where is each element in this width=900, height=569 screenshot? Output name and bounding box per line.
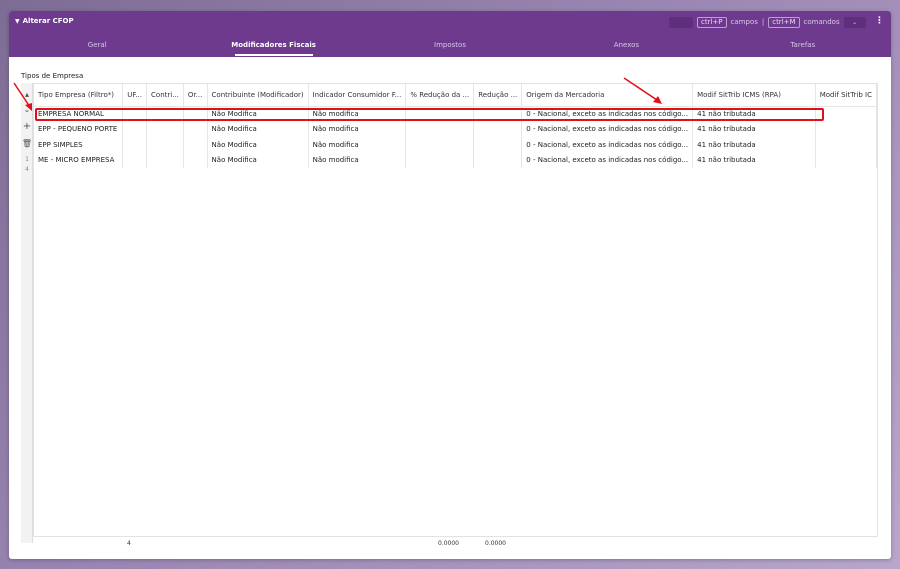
table-cell[interactable] — [122, 152, 148, 168]
table-cell[interactable] — [815, 106, 877, 122]
grid-footer: 4 0.0000 0.0000 — [33, 536, 878, 549]
table-cell[interactable] — [122, 137, 148, 153]
table-cell[interactable] — [473, 137, 523, 153]
table-cell[interactable] — [405, 121, 475, 137]
table-cell[interactable]: EPP - PEQUENO PORTE — [34, 121, 124, 137]
table-cell[interactable] — [815, 152, 877, 168]
col-modif-sittrib-rpa[interactable]: Modif SitTrib ICMS (RPA) — [692, 84, 816, 107]
table-cell[interactable]: 0 - Nacional, exceto as indicadas nos có… — [521, 106, 694, 122]
table-cell[interactable] — [473, 152, 523, 168]
table-cell[interactable] — [146, 106, 184, 122]
col-contribuinte-modificador[interactable]: Contribuinte (Modificador) — [207, 84, 309, 107]
col-modif-sittrib-ic[interactable]: Modif SitTrib IC — [815, 84, 877, 107]
table-cell[interactable] — [815, 121, 877, 137]
table-row[interactable]: EPP SIMPLES Não Modifica Não modifica 0 - N… — [34, 137, 877, 153]
table-row[interactable]: EPP - PEQUENO PORTE Não Modifica Não modif… — [34, 121, 877, 137]
tipos-empresa-grid: Tipo Empresa (Filtro*) UF... Contri... O… — [33, 83, 878, 549]
tab-tarefas[interactable]: Tarefas — [715, 33, 891, 57]
tab-modificadores-fiscais[interactable]: Modificadores Fiscais — [185, 33, 361, 57]
window-title[interactable]: ▼ Alterar CFOP — [15, 17, 74, 25]
col-reducao[interactable]: Redução ... — [473, 84, 523, 107]
table-row[interactable]: EMPRESA NORMAL Não Modifica Não modifica 0 … — [34, 106, 877, 122]
table-cell[interactable] — [183, 152, 208, 168]
plus-icon[interactable]: + — [21, 121, 33, 132]
table-cell[interactable] — [183, 121, 208, 137]
footer-sum-reducao: 0.0000 — [485, 540, 506, 547]
table-cell[interactable] — [146, 121, 184, 137]
fields-shortcut-key[interactable]: ctrl+P — [697, 16, 727, 28]
col-uf[interactable]: UF... — [122, 84, 148, 107]
commands-shortcut-label[interactable]: comandos — [804, 18, 840, 26]
data-table: Tipo Empresa (Filtro*) UF... Contri... O… — [34, 84, 877, 168]
table-cell[interactable]: Não modifica — [308, 121, 407, 137]
search-box[interactable] — [669, 16, 693, 28]
table-cell[interactable]: EMPRESA NORMAL — [34, 106, 124, 122]
table-cell[interactable] — [815, 137, 877, 153]
row-counter: 1 — [25, 156, 29, 163]
table-cell[interactable]: Não Modifica — [207, 152, 309, 168]
commands-shortcut-key[interactable]: ctrl+M — [768, 16, 800, 28]
window-title-text: Alterar CFOP — [22, 17, 74, 25]
more-vertical-icon[interactable]: ⋮ — [875, 16, 884, 26]
table-cell[interactable]: 0 - Nacional, exceto as indicadas nos có… — [521, 137, 694, 153]
footer-count: 4 — [127, 540, 131, 547]
table-cell[interactable]: 41 não tributada — [692, 121, 816, 137]
table-cell[interactable]: Não modifica — [308, 137, 407, 153]
tab-impostos[interactable]: Impostos — [362, 33, 538, 57]
header-row: Tipo Empresa (Filtro*) UF... Contri... O… — [34, 84, 877, 107]
more-icon[interactable]: ⌄ — [21, 105, 33, 114]
col-tipo-empresa[interactable]: Tipo Empresa (Filtro*) — [34, 84, 124, 107]
title-bar: ▼ Alterar CFOP ctrl+P campos | ctrl+M co… — [9, 11, 891, 33]
table-cell[interactable] — [183, 106, 208, 122]
table-cell[interactable]: 0 - Nacional, exceto as indicadas nos có… — [521, 121, 694, 137]
table-cell[interactable]: Não modifica — [308, 106, 407, 122]
tab-geral[interactable]: Geral — [9, 33, 185, 57]
table-cell[interactable]: 41 não tributada — [692, 137, 816, 153]
table-cell[interactable] — [122, 106, 148, 122]
shortcut-separator: | — [761, 18, 765, 26]
table-cell[interactable]: Não modifica — [308, 152, 407, 168]
col-origem-mercadoria[interactable]: Origem da Mercadoria — [521, 84, 694, 107]
total-counter: 4 — [25, 166, 29, 173]
table-row[interactable]: ME - MICRO EMPRESA Não Modifica Não modifi… — [34, 152, 877, 168]
footer-sum-pct-reducao: 0.0000 — [438, 540, 459, 547]
table-cell[interactable] — [473, 106, 523, 122]
table-cell[interactable] — [122, 121, 148, 137]
tab-anexos[interactable]: Anexos — [538, 33, 714, 57]
table-cell[interactable]: EPP SIMPLES — [34, 137, 124, 153]
table-cell[interactable]: Não Modifica — [207, 121, 309, 137]
tab-bar: Geral Modificadores Fiscais Impostos Ane… — [9, 33, 891, 57]
table-cell[interactable] — [473, 121, 523, 137]
table-cell[interactable]: 0 - Nacional, exceto as indicadas nos có… — [521, 152, 694, 168]
table-cell[interactable]: Não Modifica — [207, 106, 309, 122]
col-contribuinte[interactable]: Contri... — [146, 84, 184, 107]
shortcuts-bar: ctrl+P campos | ctrl+M comandos ⌄ — [669, 16, 866, 28]
table-cell[interactable] — [183, 137, 208, 153]
fields-shortcut-label[interactable]: campos — [731, 18, 758, 26]
trash-icon[interactable]: 🗑 — [21, 139, 33, 148]
chevron-down-icon[interactable]: ⌄ — [843, 16, 866, 28]
caret-down-icon[interactable]: ▼ — [15, 18, 20, 25]
table-cell[interactable] — [405, 152, 475, 168]
col-origem[interactable]: Or... — [183, 84, 208, 107]
table-cell[interactable] — [146, 152, 184, 168]
table-cell[interactable]: 41 não tributada — [692, 106, 816, 122]
table-cell[interactable] — [405, 137, 475, 153]
table-cell[interactable]: Não Modifica — [207, 137, 309, 153]
table-cell[interactable]: ME - MICRO EMPRESA — [34, 152, 124, 168]
section-title: Tipos de Empresa — [21, 72, 84, 80]
table-cell[interactable] — [405, 106, 475, 122]
grid-toolbar: ▴ ⌄ + 🗑 1 4 — [21, 83, 33, 543]
alterar-cfop-window: ▼ Alterar CFOP ctrl+P campos | ctrl+M co… — [9, 11, 891, 559]
col-pct-reducao[interactable]: % Redução da ... — [405, 84, 475, 107]
table-cell[interactable]: 41 não tributada — [692, 152, 816, 168]
col-indicador-consumidor[interactable]: Indicador Consumidor F... — [308, 84, 407, 107]
table-cell[interactable] — [146, 137, 184, 153]
collapse-icon[interactable]: ▴ — [21, 90, 33, 99]
